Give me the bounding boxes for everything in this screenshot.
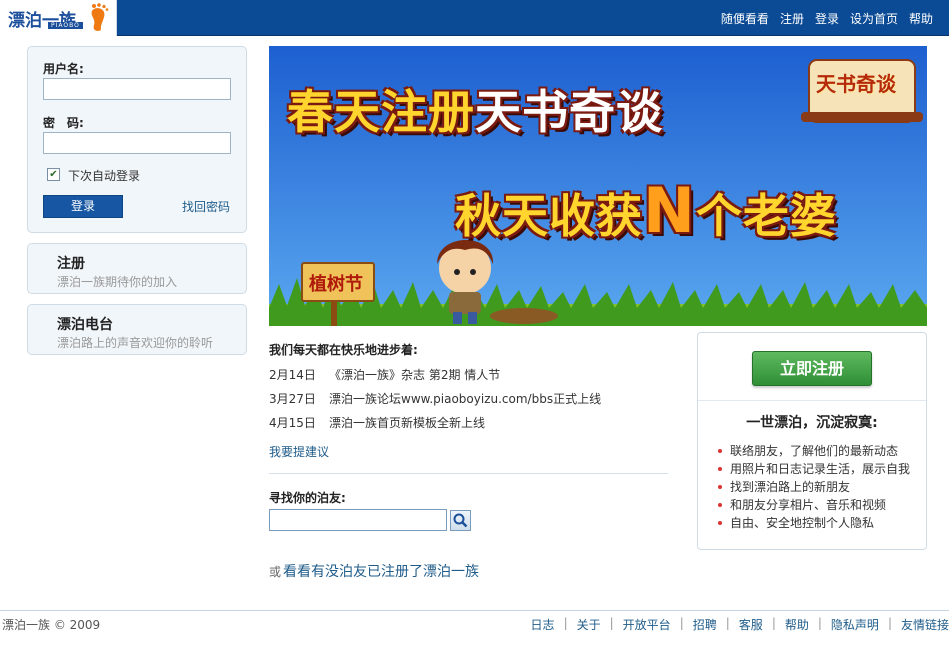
feature-item: 自由、安全地控制个人隐私: [718, 514, 910, 532]
username-label: 用户名:: [43, 62, 84, 76]
register-panel-divider: [698, 400, 926, 401]
banner-headline-1: 春天注册天书奇谈: [287, 85, 663, 139]
footer-nav: 日志 | 关于 | 开放平台 | 招聘 | 客服 | 帮助 | 隐私声明 | 友…: [531, 616, 949, 633]
find-friends-input[interactable]: [269, 509, 447, 531]
or-label: 或: [269, 565, 282, 579]
register-card-title: 注册: [57, 256, 85, 272]
footer-separator: |: [817, 616, 822, 630]
section-divider: [269, 473, 668, 474]
news-title: 我们每天都在快乐地进步着:: [269, 343, 418, 357]
register-card[interactable]: 注册 漂泊一族期待你的加入: [27, 243, 247, 294]
nav-browse[interactable]: 随便看看: [721, 10, 769, 27]
nav-set-homepage[interactable]: 设为首页: [850, 10, 898, 27]
register-slogan: 一世漂泊，沉淀寂寞:: [746, 415, 878, 431]
footprint-icon: [91, 3, 109, 31]
news-date: 2月14日: [269, 368, 316, 382]
feature-item: 联络朋友，了解他们的最新动态: [718, 442, 910, 460]
footer-link-support[interactable]: 客服: [739, 616, 763, 633]
banner-game-badge: 天书奇谈: [816, 72, 896, 96]
footer-link-friend-links[interactable]: 友情链接: [901, 616, 949, 633]
news-item[interactable]: 4月15日 漂泊一族首页新模板全新上线: [269, 414, 485, 431]
footer-separator: |: [771, 616, 776, 630]
nav-help[interactable]: 帮助: [909, 10, 933, 27]
find-friends-title: 寻找你的泊友:: [269, 491, 346, 505]
search-button[interactable]: [450, 510, 471, 531]
arbor-day-sign-text: 植树节: [309, 274, 363, 295]
banner-headline-2: 秋天收获N个老婆: [455, 174, 837, 247]
nav-login[interactable]: 登录: [815, 10, 839, 27]
footer-divider: [0, 610, 949, 611]
nav-register[interactable]: 注册: [780, 10, 804, 27]
footer-separator: |: [725, 616, 730, 630]
feature-item: 和朋友分享相片、音乐和视频: [718, 496, 910, 514]
register-now-button[interactable]: 立即注册: [752, 351, 872, 386]
site-logo[interactable]: 漂泊一族 PIAOBO: [0, 0, 117, 36]
news-text: 《漂泊一族》杂志 第2期 情人节: [329, 368, 501, 382]
footer-link-help[interactable]: 帮助: [785, 616, 809, 633]
footer-separator: |: [563, 616, 568, 630]
footer-link-privacy[interactable]: 隐私声明: [831, 616, 879, 633]
footer-separator: |: [609, 616, 614, 630]
register-panel: 立即注册 一世漂泊，沉淀寂寞: 联络朋友，了解他们的最新动态 用照片和日志记录生…: [697, 332, 927, 550]
remember-label: 下次自动登录: [68, 169, 141, 183]
password-label: 密 码:: [43, 116, 84, 130]
password-input[interactable]: [43, 132, 231, 154]
forgot-password-link[interactable]: 找回密码: [182, 198, 230, 215]
top-bar: 漂泊一族 PIAOBO 随便看看 注册 登录 设为首页 帮助: [0, 0, 949, 36]
footer-link-jobs[interactable]: 招聘: [693, 616, 717, 633]
feature-item: 用照片和日志记录生活，展示自我: [718, 460, 910, 478]
remember-checkbox[interactable]: ✔: [47, 168, 60, 181]
feature-list: 联络朋友，了解他们的最新动态 用照片和日志记录生活，展示自我 找到漂泊路上的新朋…: [718, 442, 910, 532]
suggest-link[interactable]: 我要提建议: [269, 443, 329, 460]
news-item[interactable]: 3月27日 漂泊一族论坛www.piaoboyizu.com/bbs正式上线: [269, 390, 601, 407]
logo-sub: PIAOBO: [48, 22, 83, 29]
see-friends-line: 或看看有没泊友已注册了漂泊一族: [269, 561, 479, 581]
register-card-subtitle: 漂泊一族期待你的加入: [57, 275, 178, 289]
news-text: 漂泊一族首页新模板全新上线: [329, 416, 486, 430]
login-button[interactable]: 登录: [43, 195, 123, 218]
radio-card-subtitle: 漂泊路上的声音欢迎你的聆听: [57, 336, 214, 350]
top-nav: 随便看看 注册 登录 设为首页 帮助: [721, 0, 933, 36]
news-text: 漂泊一族论坛www.piaoboyizu.com/bbs正式上线: [329, 392, 602, 406]
radio-card-title: 漂泊电台: [57, 317, 113, 333]
feature-item: 找到漂泊路上的新朋友: [718, 478, 910, 496]
footer-separator: |: [679, 616, 684, 630]
footer-link-about[interactable]: 关于: [577, 616, 601, 633]
radio-card[interactable]: 漂泊电台 漂泊路上的声音欢迎你的聆听: [27, 304, 247, 355]
see-registered-friends-link[interactable]: 看看有没泊友已注册了漂泊一族: [283, 564, 479, 580]
news-date: 3月27日: [269, 392, 316, 406]
footer-link-blog[interactable]: 日志: [531, 616, 555, 633]
news-item[interactable]: 2月14日 《漂泊一族》杂志 第2期 情人节: [269, 366, 500, 383]
username-input[interactable]: [43, 78, 231, 100]
copyright: 漂泊一族 © 2009: [2, 618, 101, 632]
footer-separator: |: [887, 616, 892, 630]
promo-banner[interactable]: 春天注册天书奇谈 秋天收获N个老婆 天书奇谈 植树节: [269, 46, 927, 326]
footer-link-open-platform[interactable]: 开放平台: [623, 616, 671, 633]
news-date: 4月15日: [269, 416, 316, 430]
search-icon: [453, 513, 468, 528]
login-box: 用户名: 密 码: ✔ 下次自动登录 登录 找回密码: [27, 46, 247, 233]
